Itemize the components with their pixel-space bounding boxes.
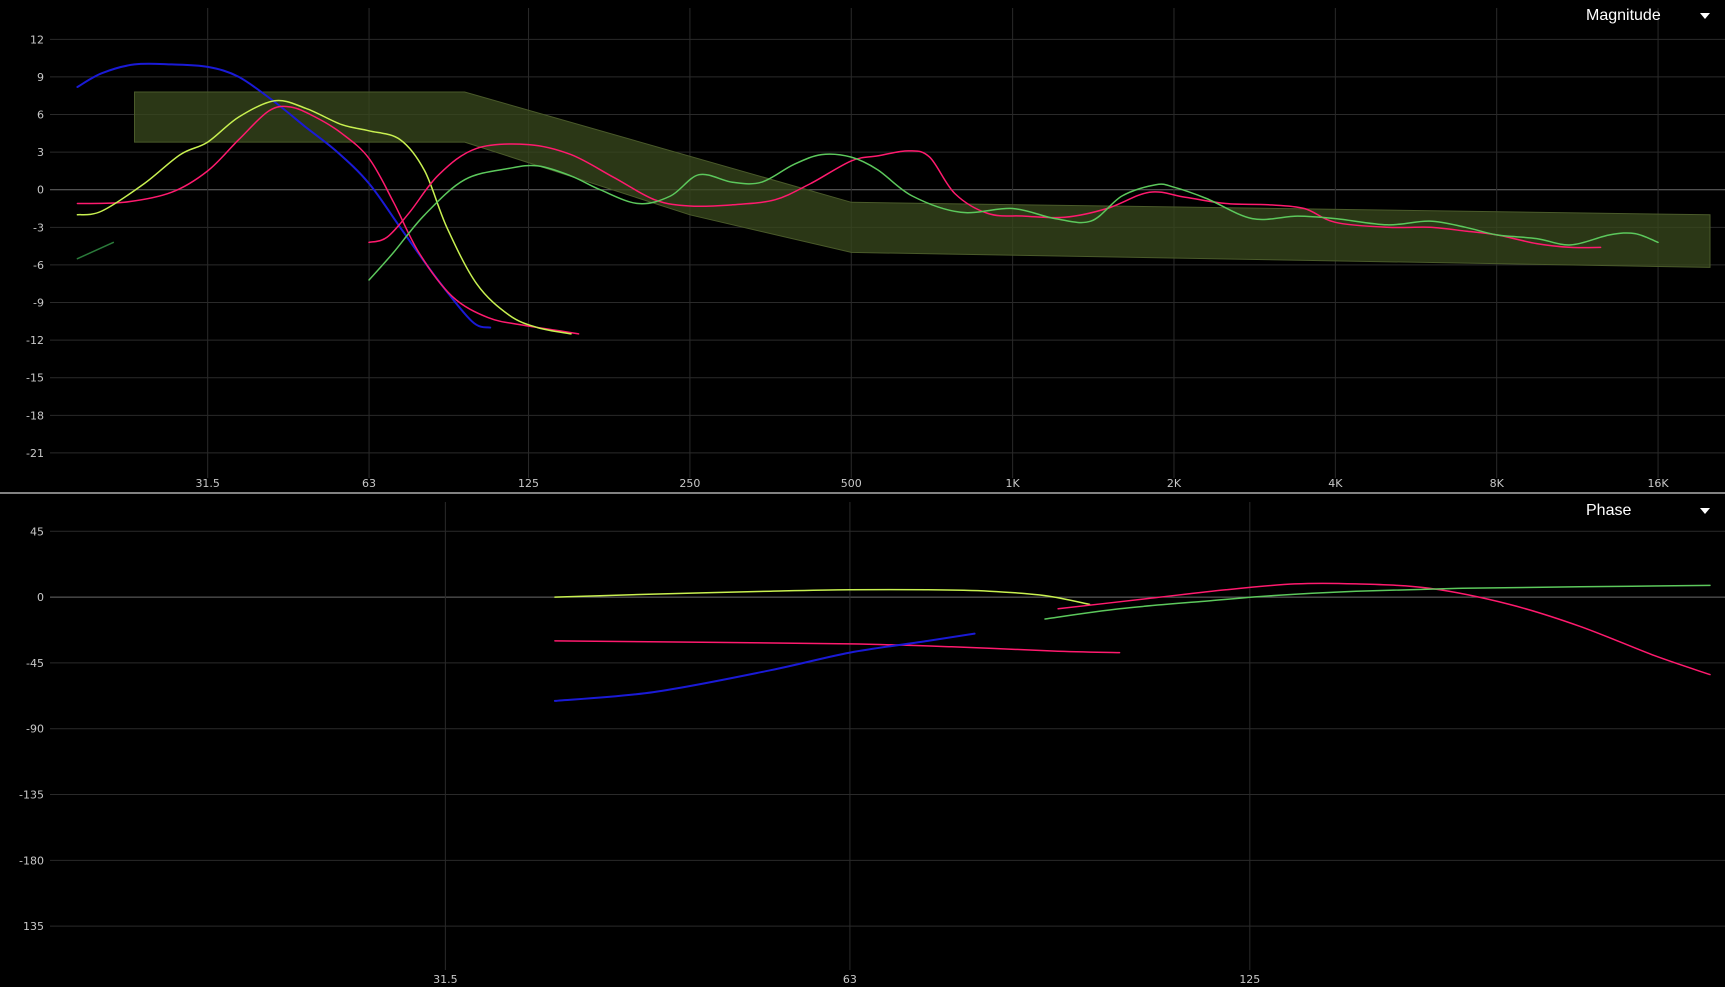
magnitude-target-band (134, 91, 1711, 268)
magnitude-y-tick-label: -15 (26, 372, 44, 385)
magnitude-x-tick-label: 63 (362, 477, 376, 490)
phase-y-tick-label: 45 (30, 525, 44, 538)
magnitude-x-tick-label: 4K (1328, 477, 1343, 490)
magnitude-x-tick-label: 16K (1647, 477, 1669, 490)
magnitude-plot: 129630-3-6-9-12-15-18-2131.5 63 125 250 500 1… (26, 8, 1725, 490)
magnitude-x-tick-label: 125 (518, 477, 539, 490)
magnitude-y-tick-label: 6 (37, 109, 44, 122)
magnitude-x-tick-label: 250 (679, 477, 700, 490)
magnitude-x-tick-label: 2K (1167, 477, 1182, 490)
phase-series-green-4 (1044, 584, 1711, 620)
magnitude-y-tick-label: -3 (33, 221, 44, 234)
phase-y-tick-label: -135 (19, 789, 44, 802)
magnitude-y-tick-label: -21 (26, 447, 44, 460)
magnitude-x-tick-label: 8K (1490, 477, 1505, 490)
magnitude-y-tick-label: -9 (33, 297, 44, 310)
magnitude-y-tick-label: 3 (37, 146, 44, 159)
magnitude-y-tick-label: -6 (33, 259, 44, 272)
magnitude-y-tick-label: 9 (37, 71, 44, 84)
chevron-down-icon[interactable] (1700, 508, 1710, 514)
phase-y-tick-label: -180 (19, 854, 44, 867)
phase-x-tick-label: 63 (843, 973, 857, 986)
magnitude-series-dark_green-3 (76, 241, 115, 260)
magnitude-x-tick-label: 31.5 (195, 477, 220, 490)
phase-y-tick-label: -90 (26, 723, 44, 736)
magnitude-y-tick-label: -18 (26, 409, 44, 422)
phase-x-tick-label: 125 (1239, 973, 1260, 986)
magnitude-y-tick-label: 0 (37, 184, 44, 197)
magnitude-x-tick-label: 500 (841, 477, 862, 490)
chevron-down-icon[interactable] (1700, 13, 1710, 19)
measurement-chart: 129630-3-6-9-12-15-18-2131.5 63 125 250 500 1… (0, 8, 1725, 987)
phase-view-label: Phase (1586, 502, 1632, 519)
phase-plot: 450-45-90-135-1801359031.563125 (19, 502, 1725, 987)
phase-y-tick-label: 0 (37, 591, 44, 604)
phase-y-tick-label: -45 (26, 657, 44, 670)
phase-view-dropdown[interactable]: Phase (1586, 500, 1714, 522)
phase-series-magenta-1 (554, 640, 1121, 654)
magnitude-y-tick-label: -12 (26, 334, 44, 347)
phase-y-tick-label: 135 (23, 920, 44, 933)
magnitude-y-tick-label: 12 (30, 33, 44, 46)
magnitude-view-label: Magnitude (1586, 7, 1661, 24)
magnitude-x-tick-label: 1K (1006, 477, 1021, 490)
magnitude-view-dropdown[interactable]: Magnitude (1586, 5, 1714, 27)
phase-x-tick-label: 31.5 (433, 973, 458, 986)
